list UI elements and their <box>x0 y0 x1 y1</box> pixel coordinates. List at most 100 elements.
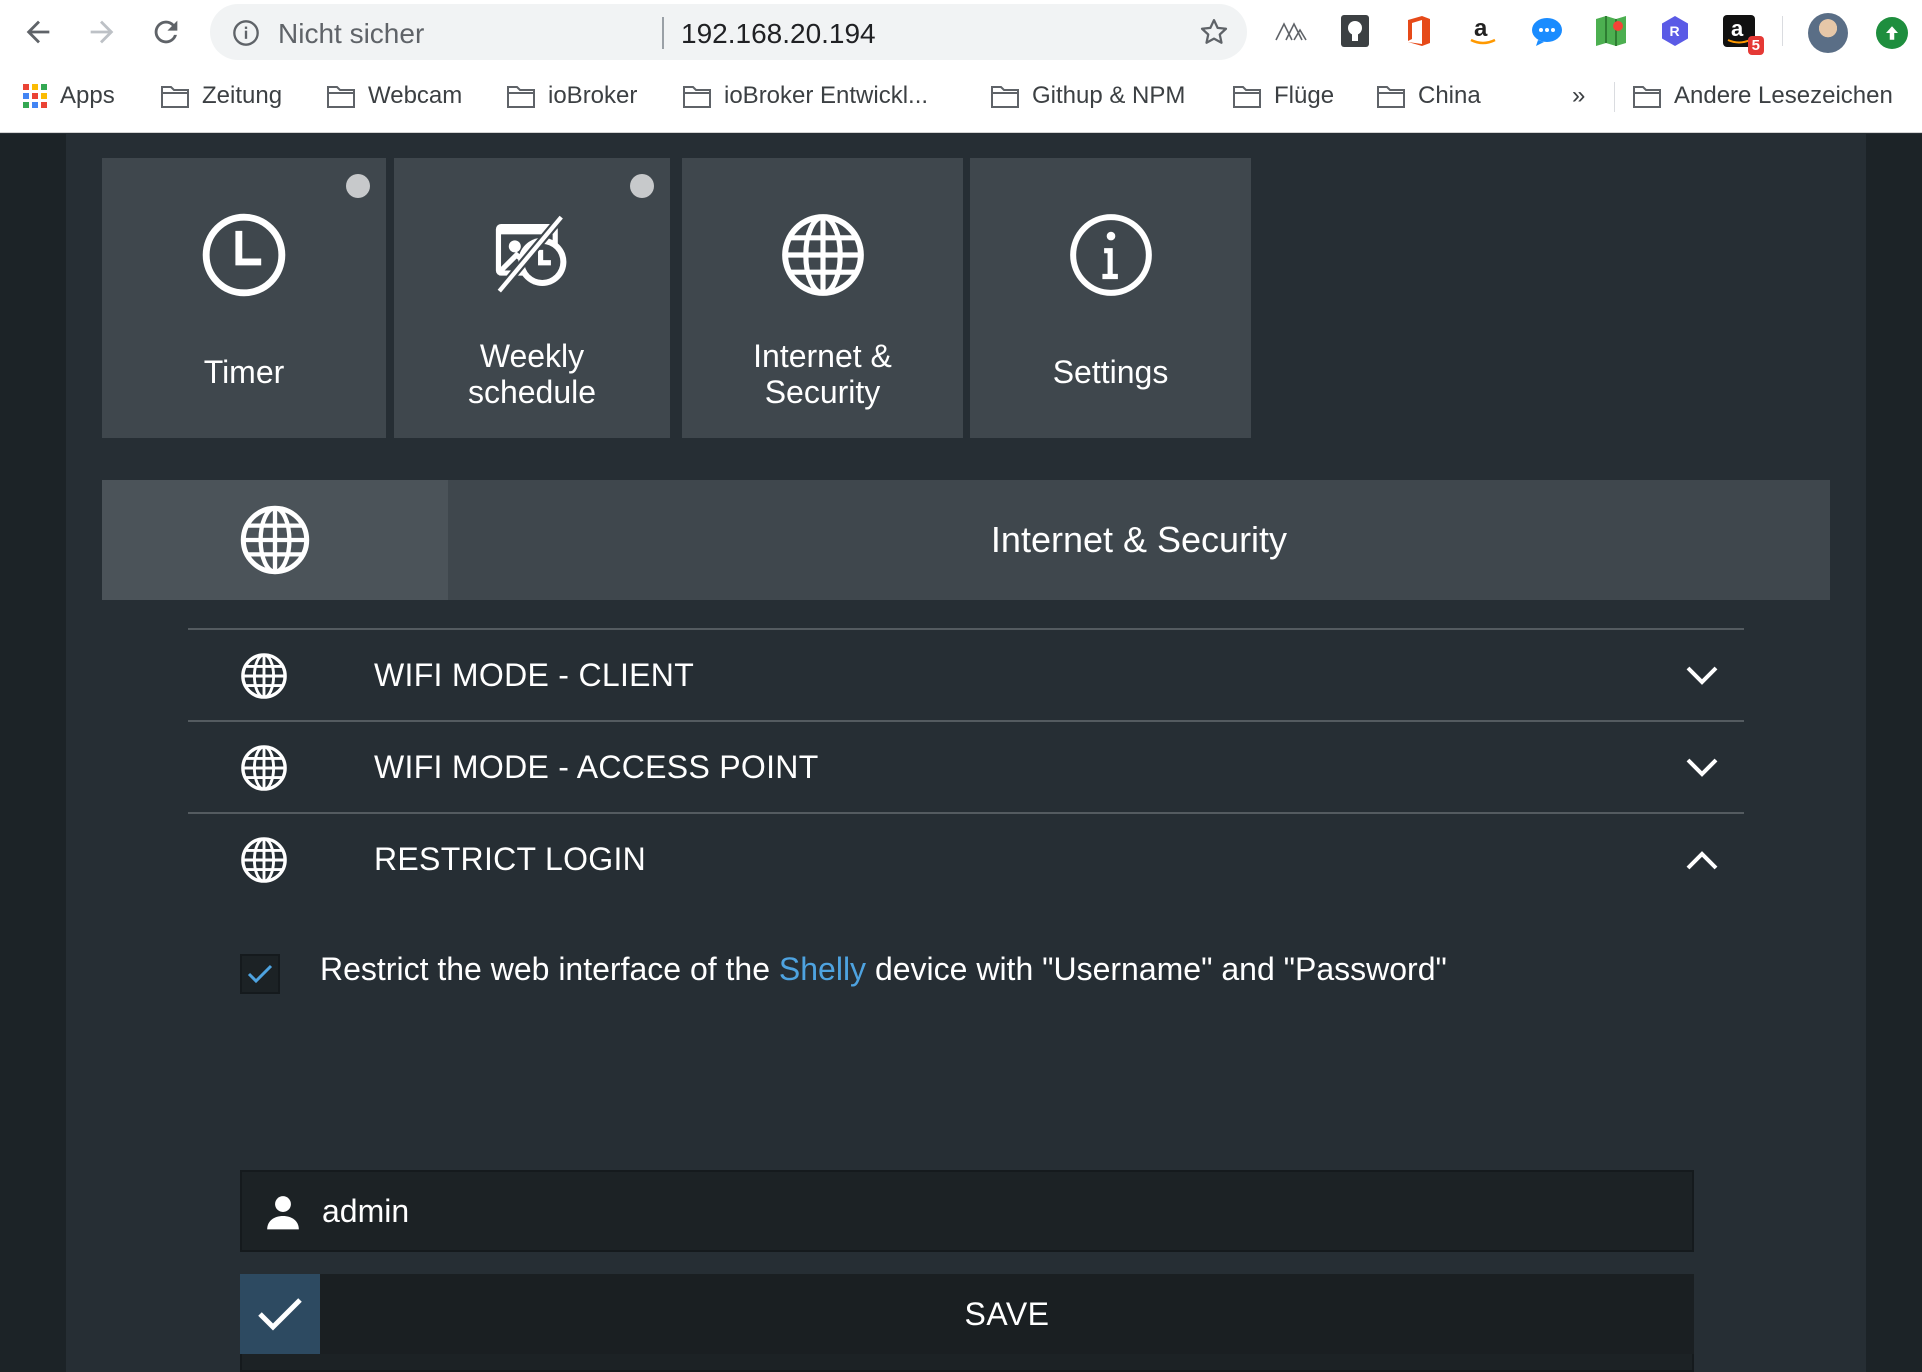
checkmark-icon <box>247 964 273 984</box>
bookmarks-divider <box>1614 82 1615 112</box>
bookmark-folder[interactable]: ioBroker Entwickl... <box>682 80 928 112</box>
tile-label: Weekly schedule <box>394 338 670 410</box>
folder-icon <box>326 83 356 109</box>
info-icon <box>1068 212 1154 298</box>
restrict-login-checkbox[interactable] <box>240 954 280 994</box>
tile-label-line: Timer <box>203 354 285 390</box>
accordion-wifi-client[interactable]: WIFI MODE - CLIENT <box>188 628 1744 720</box>
status-indicator <box>346 174 370 198</box>
profile-avatar[interactable] <box>1808 13 1848 53</box>
user-icon <box>267 1196 299 1230</box>
bookmark-folder[interactable]: Flüge <box>1232 80 1334 112</box>
folder-icon <box>160 83 190 109</box>
folder-icon <box>682 83 712 109</box>
globe-icon <box>780 212 866 298</box>
bookmark-label: Apps <box>60 82 115 109</box>
schedule-icon <box>489 212 575 298</box>
office-extension-icon[interactable] <box>1400 11 1438 51</box>
url-text[interactable]: 192.168.20.194 <box>681 18 876 50</box>
chevron-up-icon[interactable] <box>1682 844 1722 876</box>
triangles-extension-icon[interactable] <box>1272 11 1310 51</box>
apps-grid-icon <box>22 83 48 109</box>
rakuten-extension-icon[interactable]: R <box>1656 11 1694 51</box>
accordion-title: RESTRICT LOGIN <box>374 840 647 877</box>
tile-label-line: Weekly <box>479 338 585 374</box>
checkmark-icon <box>258 1298 302 1331</box>
tile-label-line: Security <box>764 374 881 410</box>
amazon-assistant-icon[interactable]: a <box>1464 11 1502 51</box>
tile-label: Internet & Security <box>682 338 963 410</box>
back-button[interactable] <box>16 10 60 54</box>
bookmark-label: Zeitung <box>202 82 283 109</box>
bookmark-label: ioBroker Entwickl... <box>724 82 929 109</box>
bookmark-folder[interactable]: Githup & NPM <box>990 80 1185 112</box>
username-field <box>240 1170 1694 1252</box>
restrict-login-description: Restrict the web interface of the Shelly… <box>320 951 1447 988</box>
page-right-gutter <box>1866 134 1922 1372</box>
status-indicator <box>630 174 654 198</box>
description-text: Restrict the web interface of the <box>320 951 779 987</box>
save-button[interactable]: SAVE <box>240 1274 1694 1354</box>
reload-icon <box>154 20 178 44</box>
section-header: Internet & Security <box>102 480 1830 600</box>
folder-icon <box>1232 83 1262 109</box>
save-check-cell <box>240 1274 320 1354</box>
page-left-gutter <box>0 134 66 1372</box>
accordion-restrict-login[interactable]: RESTRICT LOGIN <box>188 812 1744 904</box>
globe-icon <box>240 505 310 575</box>
toolbar-divider <box>1782 16 1783 46</box>
bookmark-label: ioBroker <box>548 82 638 109</box>
arrow-left-icon <box>26 20 50 44</box>
bookmark-label: Flüge <box>1274 82 1335 109</box>
bookmark-label: Githup & NPM <box>1032 82 1186 109</box>
bookmark-folder[interactable]: Zeitung <box>160 80 282 112</box>
shelly-web-ui: Timer Weekly schedule Internet & Security Set… <box>66 134 1866 1372</box>
address-separator <box>662 17 664 49</box>
address-bar[interactable]: Nicht sicher 192.168.20.194 <box>210 4 1247 60</box>
tile-internet-security[interactable]: Internet & Security <box>682 158 963 438</box>
section-header-icon-cell <box>102 480 448 600</box>
tile-label: Settings <box>970 354 1251 390</box>
bookmark-other[interactable]: Andere Lesezeichen <box>1632 80 1893 112</box>
forward-button[interactable] <box>80 10 124 54</box>
chevron-down-icon[interactable] <box>1682 660 1722 692</box>
reload-button[interactable] <box>144 10 188 54</box>
update-button[interactable] <box>1876 17 1908 49</box>
svg-text:a: a <box>1731 16 1744 41</box>
bookmark-label: Andere Lesezeichen <box>1674 82 1893 109</box>
bookmark-label: China <box>1418 82 1481 109</box>
bookmark-folder[interactable]: Webcam <box>326 80 462 112</box>
section-title: Internet & Security <box>990 519 1288 560</box>
folder-icon <box>1632 83 1662 109</box>
tile-timer[interactable]: Timer <box>102 158 386 438</box>
save-label: SAVE <box>964 1295 1050 1332</box>
keeper-extension-icon[interactable] <box>1336 11 1374 51</box>
folder-icon <box>506 83 536 109</box>
brand-name: Shelly <box>778 951 867 987</box>
bookmarks-overflow-button[interactable]: » <box>1572 80 1585 112</box>
tile-weekly-schedule[interactable]: Weekly schedule <box>394 158 670 438</box>
bookmark-folder[interactable]: ioBroker <box>506 80 637 112</box>
chevron-down-icon[interactable] <box>1682 752 1722 784</box>
accordion-title: WIFI MODE - ACCESS POINT <box>374 748 819 785</box>
accordion-title: WIFI MODE - CLIENT <box>374 656 695 693</box>
bookmark-label: Webcam <box>368 82 463 109</box>
clock-icon <box>201 212 287 298</box>
bookmark-folder[interactable]: China <box>1376 80 1481 112</box>
bookmark-star-icon[interactable] <box>1199 17 1229 47</box>
security-label[interactable]: Nicht sicher <box>278 18 424 50</box>
username-input[interactable] <box>322 1172 1522 1250</box>
tile-label-line: Settings <box>1052 354 1169 390</box>
amazon-extension-icon[interactable]: a5 <box>1720 11 1764 55</box>
svg-text:R: R <box>1670 23 1680 39</box>
maps-extension-icon[interactable] <box>1592 11 1630 51</box>
arrow-up-icon <box>1886 26 1898 40</box>
globe-icon <box>240 744 288 792</box>
bookmark-apps[interactable]: Apps <box>22 80 115 112</box>
tile-settings[interactable]: Settings <box>970 158 1251 438</box>
accordion-wifi-access-point[interactable]: WIFI MODE - ACCESS POINT <box>188 720 1744 812</box>
folder-icon <box>990 83 1020 109</box>
globe-icon <box>240 836 288 884</box>
info-icon[interactable] <box>232 19 260 47</box>
messenger-extension-icon[interactable] <box>1528 11 1566 51</box>
